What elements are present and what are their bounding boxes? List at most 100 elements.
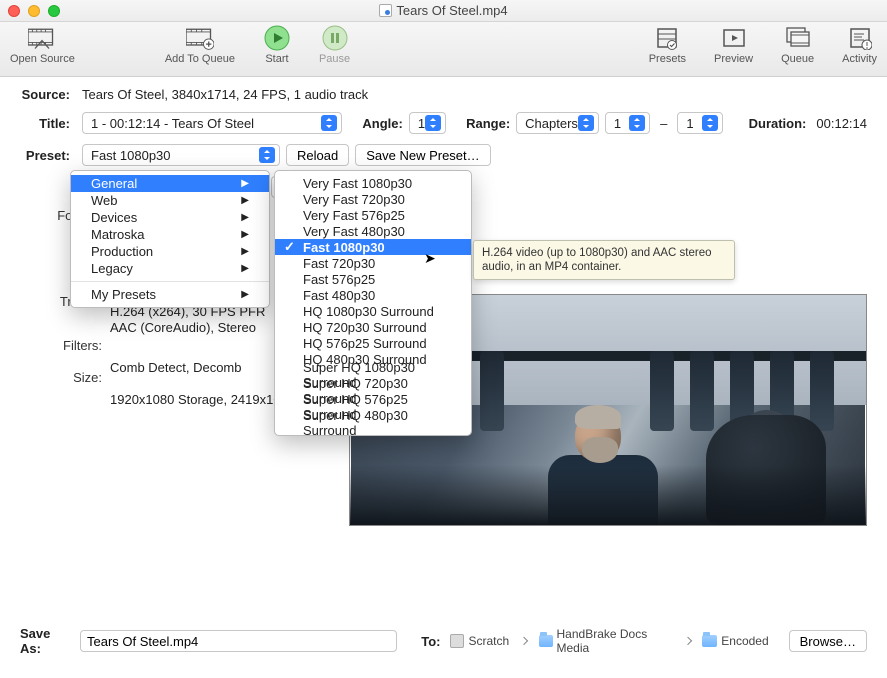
submenu-item[interactable]: Very Fast 576p25	[275, 207, 471, 223]
menu-item-general[interactable]: General▶	[71, 175, 269, 192]
range-to-select[interactable]: 1	[677, 112, 722, 134]
save-new-preset-button[interactable]: Save New Preset…	[355, 144, 490, 166]
chevron-right-icon: ▶	[241, 246, 249, 257]
submenu-item[interactable]: HQ 576p25 Surround	[275, 335, 471, 351]
duration-label: Duration:	[749, 116, 807, 131]
menu-item-label: Matroska	[91, 227, 144, 242]
duration-value: 00:12:14	[816, 116, 867, 131]
start-button[interactable]: Start	[263, 26, 291, 65]
submenu-item-label: Very Fast 576p25	[303, 208, 405, 223]
presets-button[interactable]: Presets	[649, 26, 686, 65]
submenu-item[interactable]: Very Fast 720p30	[275, 191, 471, 207]
preset-category-menu[interactable]: General▶ Web▶ Devices▶ Matroska▶ Product…	[70, 170, 270, 308]
menu-item-my-presets[interactable]: My Presets▶	[71, 286, 269, 303]
menu-item-legacy[interactable]: Legacy ▶	[71, 260, 269, 277]
pause-label: Pause	[319, 53, 350, 65]
folder-icon	[539, 635, 553, 647]
preset-submenu[interactable]: Very Fast 1080p30 Very Fast 720p30 Very …	[274, 170, 472, 436]
play-icon	[263, 26, 291, 50]
preview-label: Preview	[714, 53, 753, 65]
angle-value: 1	[418, 116, 425, 131]
activity-icon	[846, 26, 874, 50]
add-to-queue-button[interactable]: Add To Queue	[165, 26, 235, 65]
submenu-item[interactable]: Very Fast 1080p30	[275, 175, 471, 191]
to-label: To:	[421, 634, 440, 649]
presets-icon	[653, 26, 681, 50]
reload-label: Reload	[297, 148, 338, 163]
submenu-item[interactable]: Fast 480p30	[275, 287, 471, 303]
submenu-item[interactable]: Fast 576p25	[275, 271, 471, 287]
window-titlebar: Tears Of Steel.mp4	[0, 0, 887, 22]
activity-button[interactable]: Activity	[842, 26, 877, 65]
queue-icon	[784, 26, 812, 50]
preset-label: Preset:	[20, 148, 70, 163]
submenu-item-label: Fast 480p30	[303, 288, 375, 303]
preset-select-value: Fast 1080p30	[91, 148, 171, 163]
document-proxy-icon[interactable]	[379, 4, 392, 17]
preview-button[interactable]: Preview	[714, 26, 753, 65]
submenu-item[interactable]: HQ 1080p30 Surround	[275, 303, 471, 319]
chevron-right-icon: ▶	[241, 263, 249, 274]
save-as-label: Save As:	[20, 626, 70, 656]
open-source-button[interactable]: Open Source	[10, 26, 75, 65]
film-open-icon	[28, 26, 56, 50]
queue-label: Queue	[781, 53, 814, 65]
path-folder-2-label: Encoded	[721, 634, 768, 648]
save-as-input[interactable]	[80, 630, 397, 652]
menu-item-label: Legacy	[91, 261, 133, 276]
browse-button[interactable]: Browse…	[789, 630, 867, 652]
browse-label: Browse…	[800, 634, 856, 649]
updown-icon	[321, 115, 337, 131]
source-value: Tears Of Steel, 3840x1714, 24 FPS, 1 aud…	[82, 87, 368, 102]
submenu-item[interactable]: Fast 720p30	[275, 255, 471, 271]
menu-item-production[interactable]: Production▶	[71, 243, 269, 260]
submenu-item-label: Super HQ 480p30 Surround	[303, 408, 459, 438]
menu-item-matroska[interactable]: Matroska▶	[71, 226, 269, 243]
menu-item-web[interactable]: Web ▶	[71, 192, 269, 209]
path-folder-2[interactable]: Encoded	[702, 634, 768, 648]
submenu-item[interactable]: Very Fast 480p30	[275, 223, 471, 239]
submenu-item-label: HQ 1080p30 Surround	[303, 304, 434, 319]
filters-label: Filters:	[20, 338, 102, 354]
open-source-label: Open Source	[10, 53, 75, 65]
range-dash: –	[660, 116, 667, 131]
presets-label: Presets	[649, 53, 686, 65]
updown-icon	[578, 115, 594, 131]
updown-icon	[425, 115, 441, 131]
menu-item-devices[interactable]: Devices▶	[71, 209, 269, 226]
submenu-item-selected[interactable]: Fast 1080p30	[275, 239, 471, 255]
path-folder-1[interactable]: HandBrake Docs Media	[539, 627, 673, 655]
angle-label: Angle:	[362, 116, 402, 131]
save-new-preset-label: Save New Preset…	[366, 148, 479, 163]
queue-button[interactable]: Queue	[781, 26, 814, 65]
range-mode-select[interactable]: Chapters	[516, 112, 599, 134]
source-label: Source:	[20, 87, 70, 102]
title-select[interactable]: 1 - 00:12:14 - Tears Of Steel	[82, 112, 342, 134]
film-add-icon	[186, 26, 214, 50]
submenu-item[interactable]: HQ 720p30 Surround	[275, 319, 471, 335]
path-folder-1-label: HandBrake Docs Media	[557, 627, 673, 655]
preview-icon	[720, 26, 748, 50]
chevron-right-icon: ▶	[241, 195, 249, 206]
menu-item-label: My Presets	[91, 287, 156, 302]
pause-icon	[321, 26, 349, 50]
submenu-item[interactable]: Super HQ 480p30 Surround	[275, 415, 471, 431]
angle-select[interactable]: 1	[409, 112, 446, 134]
add-to-queue-label: Add To Queue	[165, 53, 235, 65]
updown-icon	[629, 115, 645, 131]
range-mode-value: Chapters	[525, 116, 578, 131]
preset-select[interactable]: Fast 1080p30	[82, 144, 280, 166]
submenu-item-label: Fast 1080p30	[303, 240, 385, 255]
range-from-select[interactable]: 1	[605, 112, 650, 134]
submenu-item-label: HQ 576p25 Surround	[303, 336, 427, 351]
title-label: Title:	[20, 116, 70, 131]
menu-item-label: Web	[91, 193, 118, 208]
reload-button[interactable]: Reload	[286, 144, 349, 166]
title-select-value: 1 - 00:12:14 - Tears Of Steel	[91, 116, 254, 131]
path-disk[interactable]: Scratch	[450, 634, 509, 648]
chevron-right-icon	[520, 637, 528, 645]
preset-tooltip: H.264 video (up to 1080p30) and AAC ster…	[473, 240, 735, 280]
chevron-right-icon	[683, 637, 691, 645]
range-to-value: 1	[686, 116, 693, 131]
folder-icon	[702, 635, 717, 647]
